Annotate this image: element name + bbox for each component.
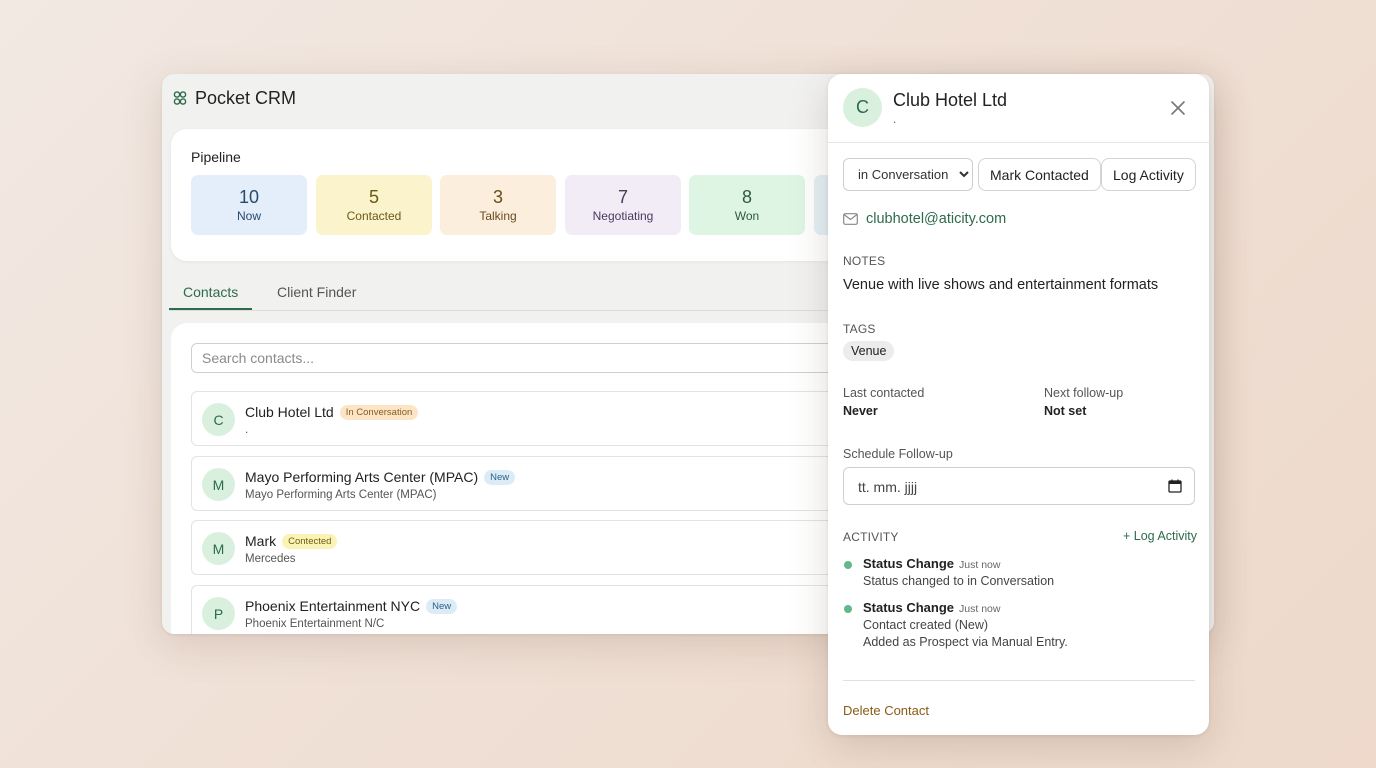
contact-row[interactable]: M Mark Contected Mercedes	[191, 520, 891, 575]
stage-label: Now	[236, 209, 261, 223]
stage-count: 5	[368, 187, 379, 207]
activity-dot	[844, 605, 852, 613]
status-badge: New	[484, 470, 516, 485]
contact-row[interactable]: C Club Hotel Ltd In Conversation .	[191, 391, 891, 446]
close-icon[interactable]	[1168, 98, 1188, 118]
activity-title-text: Status Change	[863, 600, 955, 615]
log-activity-link[interactable]: + Log Activity	[1123, 529, 1197, 543]
activity-detail: Status changed to in Conversation	[863, 574, 1055, 588]
stage-label: Talking	[479, 209, 517, 223]
activity-detail: Contact created (New)	[863, 618, 989, 632]
activity-label: ACTIVITY	[843, 530, 899, 544]
people-icon	[173, 91, 187, 105]
delete-contact-button[interactable]: Delete Contact	[843, 703, 929, 718]
contact-name: Club Hotel Ltd In Conversation	[245, 404, 419, 420]
last-contacted-label: Last contacted	[843, 386, 925, 400]
stage-count: 3	[492, 187, 503, 207]
divider	[828, 142, 1209, 143]
contact-company: .	[245, 424, 249, 436]
stage-talking[interactable]: 3 Talking	[440, 175, 556, 235]
email-row: clubhotel@aticity.com	[843, 211, 1006, 227]
status-select[interactable]: in Conversation	[843, 158, 973, 191]
last-contacted-value: Never	[843, 404, 878, 418]
mark-contacted-button[interactable]: Mark Contacted	[978, 158, 1101, 191]
stage-label: Contacted	[346, 209, 402, 223]
status-badge: New	[426, 599, 458, 614]
contact-company: Mayo Performing Arts Center (MPAC)	[245, 489, 437, 501]
status-badge: In Conversation	[339, 405, 419, 420]
activity-title: Status Change Just now	[863, 556, 1000, 571]
next-followup-label: Next follow-up	[1044, 386, 1124, 400]
tags-label: TAGS	[843, 322, 876, 336]
avatar: M	[202, 468, 235, 501]
contact-row[interactable]: M Mayo Performing Arts Center (MPAC) New …	[191, 456, 891, 511]
stage-won[interactable]: 8 Won	[689, 175, 805, 235]
stage-count: 7	[617, 187, 628, 207]
contact-name: Mayo Performing Arts Center (MPAC) New	[245, 469, 516, 485]
app-title: Pocket CRM	[195, 87, 297, 108]
pipeline-title: Pipeline	[191, 149, 241, 165]
contact-detail-panel: C Club Hotel Ltd . in Conversation Mark …	[828, 74, 1209, 735]
stage-label: Won	[734, 209, 760, 223]
activity-time: Just now	[959, 603, 1001, 615]
avatar: C	[202, 403, 235, 436]
notes-text: Venue with live shows and entertainment …	[843, 277, 1159, 293]
next-followup-value: Not set	[1044, 404, 1087, 418]
stage-contacted[interactable]: 5 Contacted	[316, 175, 432, 235]
contact-company: Phoenix Entertainment N/C	[245, 618, 385, 630]
log-activity-button[interactable]: Log Activity	[1101, 158, 1196, 191]
avatar: P	[202, 597, 235, 630]
calendar-icon[interactable]	[1168, 479, 1182, 493]
divider	[843, 680, 1195, 681]
stage-label: Negotiating	[592, 209, 654, 223]
activity-title-text: Status Change	[863, 556, 955, 571]
tab-bar: Contacts Client Finder	[169, 274, 869, 311]
status-badge: Contected	[282, 534, 338, 549]
schedule-followup-label: Schedule Follow-up	[843, 447, 953, 461]
tag-chip[interactable]: Venue	[843, 341, 895, 361]
contact-company: Mercedes	[245, 553, 296, 565]
avatar: C	[843, 88, 882, 127]
contact-name-text: Mark	[245, 533, 277, 549]
activity-title: Status Change Just now	[863, 600, 1000, 615]
contact-row[interactable]: P Phoenix Entertainment NYC New Phoenix E…	[191, 585, 891, 634]
contact-name-text: Mayo Performing Arts Center (MPAC)	[245, 469, 479, 485]
tab-contacts[interactable]: Contacts	[169, 274, 253, 310]
stage-now[interactable]: 10 Now	[191, 175, 307, 235]
stage-count: 10	[238, 187, 260, 207]
mail-icon	[843, 213, 858, 225]
date-placeholder: tt. mm. jjjj	[858, 479, 918, 495]
stage-count: 8	[741, 187, 752, 207]
contact-name-text: Club Hotel Ltd	[245, 404, 334, 420]
email-link[interactable]: clubhotel@aticity.com	[866, 211, 1006, 227]
contact-name: Mark Contected	[245, 533, 338, 549]
avatar: M	[202, 532, 235, 565]
contact-title: Club Hotel Ltd	[893, 90, 1008, 110]
search-input[interactable]	[191, 343, 891, 373]
tab-client-finder[interactable]: Client Finder	[263, 274, 370, 308]
activity-dot	[844, 561, 852, 569]
notes-label: NOTES	[843, 254, 886, 268]
followup-date-input[interactable]: tt. mm. jjjj	[843, 467, 1195, 505]
activity-detail: Added as Prospect via Manual Entry.	[863, 635, 1068, 649]
contact-name: Phoenix Entertainment NYC New	[245, 598, 458, 614]
stage-negotiating[interactable]: 7 Negotiating	[565, 175, 681, 235]
contact-subtitle: .	[893, 112, 897, 126]
contact-name-text: Phoenix Entertainment NYC	[245, 598, 421, 614]
activity-time: Just now	[959, 559, 1001, 571]
